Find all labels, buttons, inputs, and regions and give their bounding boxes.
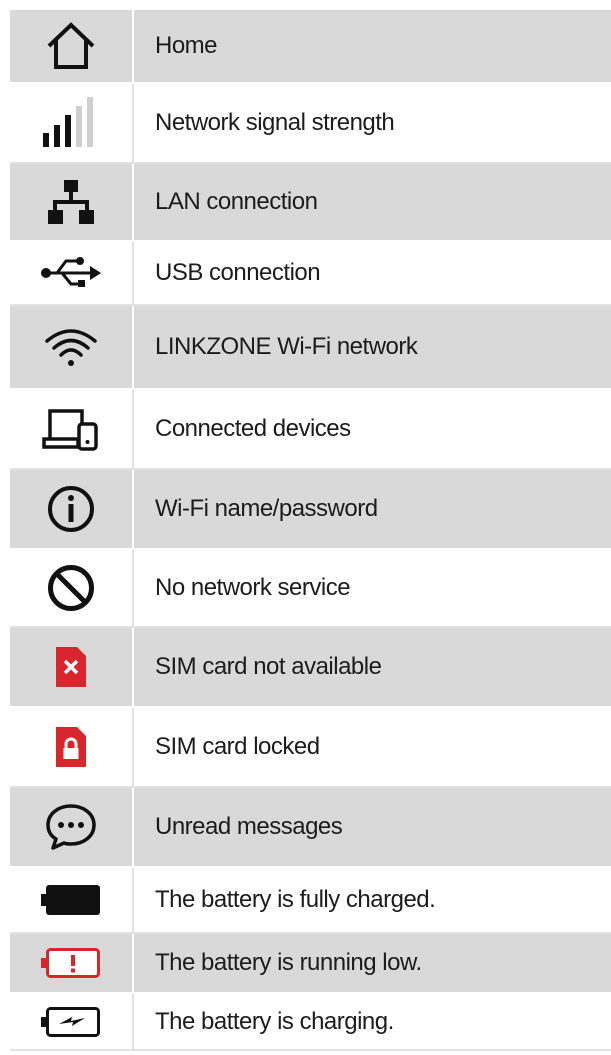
- battery-charging-icon: [41, 1006, 100, 1037]
- legend-label: LAN connection: [134, 164, 611, 242]
- legend-label: Home: [134, 10, 611, 84]
- legend-label: The battery is fully charged.: [134, 868, 611, 934]
- no-service-icon: [48, 565, 94, 611]
- legend-row-battery-full: The battery is fully charged.: [10, 868, 611, 934]
- legend-row-messages: Unread messages: [10, 788, 611, 868]
- legend-label: Connected devices: [134, 390, 611, 470]
- sim-unavailable-icon: [56, 647, 86, 687]
- legend-row-no-service: No network service: [10, 550, 611, 628]
- legend-row-battery-low: The battery is running low.: [10, 934, 611, 994]
- signal-strength-icon: [43, 97, 93, 147]
- legend-label: No network service: [134, 550, 611, 628]
- legend-label: The battery is charging.: [134, 994, 611, 1051]
- legend-row-usb: USB connection: [10, 242, 611, 306]
- sim-locked-icon: [56, 727, 86, 767]
- legend-row-battery-charging: The battery is charging.: [10, 994, 611, 1051]
- battery-full-icon: [41, 885, 100, 915]
- legend-label: SIM card not available: [134, 628, 611, 708]
- legend-label: The battery is running low.: [134, 934, 611, 994]
- legend-row-info: Wi-Fi name/password: [10, 470, 611, 550]
- legend-label: Unread messages: [134, 788, 611, 868]
- legend-row-signal: Network signal strength: [10, 84, 611, 164]
- legend-row-lan: LAN connection: [10, 164, 611, 242]
- legend-row-sim-unavailable: SIM card not available: [10, 628, 611, 708]
- legend-label: USB connection: [134, 242, 611, 306]
- message-icon: [46, 804, 96, 850]
- devices-icon: [42, 409, 98, 451]
- legend-label: LINKZONE Wi-Fi network: [134, 306, 611, 390]
- battery-low-icon: [41, 948, 100, 978]
- icon-legend-table: Home Network signal strength LAN connect…: [10, 10, 611, 1051]
- home-icon: [47, 22, 95, 69]
- legend-row-wifi: LINKZONE Wi-Fi network: [10, 306, 611, 390]
- legend-row-sim-locked: SIM card locked: [10, 708, 611, 788]
- wifi-icon: [45, 329, 97, 366]
- legend-row-devices: Connected devices: [10, 390, 611, 470]
- legend-label: SIM card locked: [134, 708, 611, 788]
- usb-icon: [41, 257, 101, 287]
- info-icon: [48, 486, 94, 532]
- legend-row-home: Home: [10, 10, 611, 84]
- legend-label: Wi-Fi name/password: [134, 470, 611, 550]
- lan-icon: [48, 180, 94, 224]
- legend-label: Network signal strength: [134, 84, 611, 164]
